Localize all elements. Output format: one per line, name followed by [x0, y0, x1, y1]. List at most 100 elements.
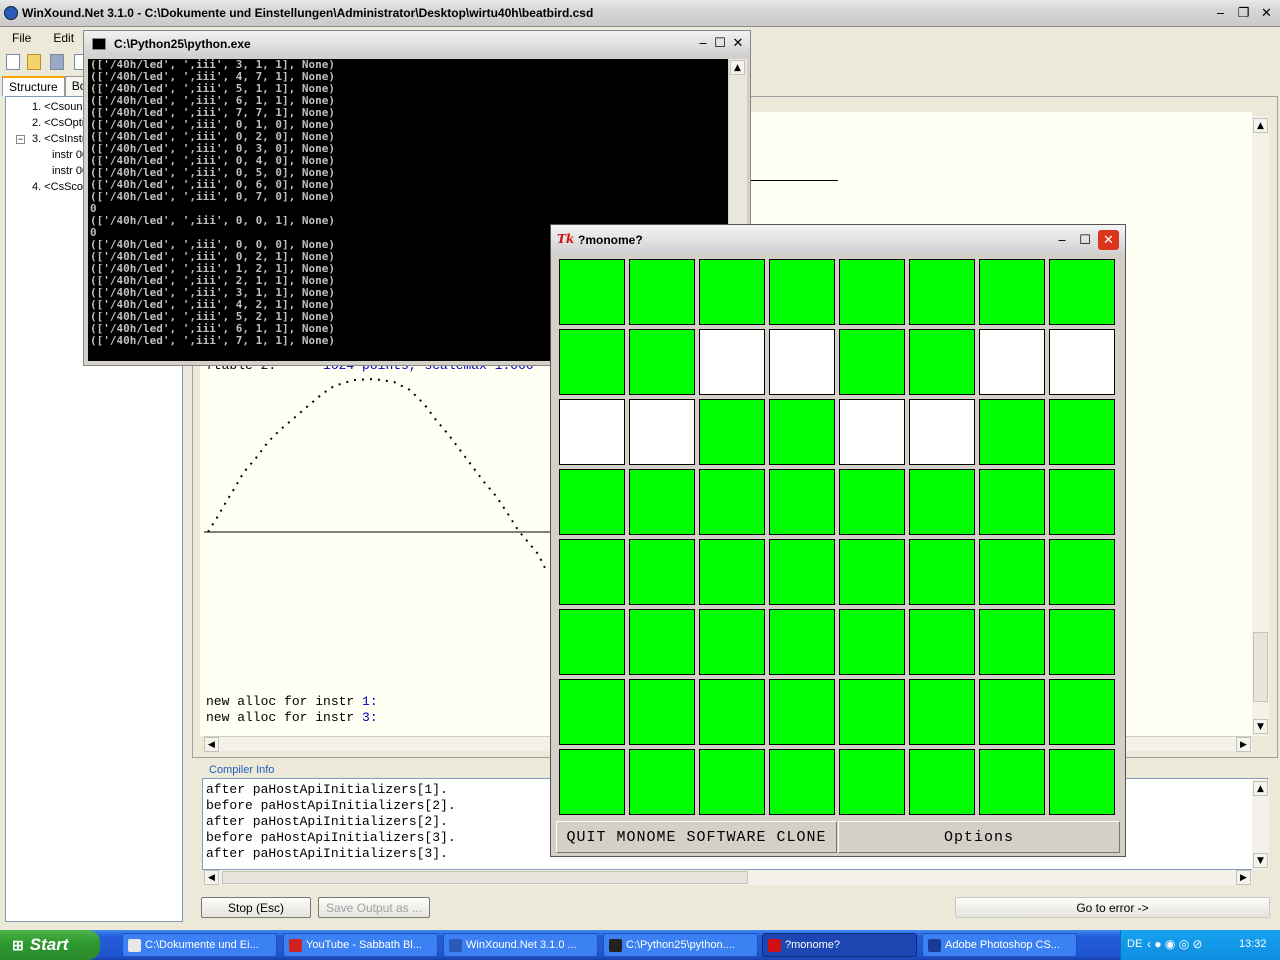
- scroll-left-icon[interactable]: ◀: [204, 870, 219, 885]
- monome-maximize-icon[interactable]: ☐: [1075, 230, 1095, 250]
- grid-button[interactable]: [699, 609, 765, 675]
- grid-button[interactable]: [769, 259, 835, 325]
- grid-button[interactable]: [979, 469, 1045, 535]
- grid-button[interactable]: [979, 539, 1045, 605]
- grid-button[interactable]: [909, 609, 975, 675]
- grid-button[interactable]: [629, 259, 695, 325]
- grid-button[interactable]: [559, 259, 625, 325]
- grid-button[interactable]: [979, 259, 1045, 325]
- grid-button[interactable]: [559, 749, 625, 815]
- grid-button[interactable]: [629, 679, 695, 745]
- tree-item-csound[interactable]: 1. <Csound: [32, 101, 89, 113]
- grid-button[interactable]: [769, 539, 835, 605]
- grid-button[interactable]: [909, 539, 975, 605]
- scroll-thumb[interactable]: [1253, 632, 1268, 702]
- grid-button[interactable]: [839, 539, 905, 605]
- tree-item-csscore[interactable]: 4. <CsScor: [32, 181, 87, 193]
- grid-button[interactable]: [1049, 259, 1115, 325]
- grid-button[interactable]: [1049, 399, 1115, 465]
- editor-vertical-scrollbar[interactable]: ▲ ▼: [1252, 116, 1269, 736]
- grid-button[interactable]: [839, 679, 905, 745]
- save-icon[interactable]: [50, 54, 64, 70]
- grid-button[interactable]: [909, 259, 975, 325]
- grid-button[interactable]: [1049, 539, 1115, 605]
- grid-button[interactable]: [559, 539, 625, 605]
- grid-button[interactable]: [839, 469, 905, 535]
- grid-button[interactable]: [559, 609, 625, 675]
- grid-button[interactable]: [909, 469, 975, 535]
- taskbar-item[interactable]: ?monome?: [762, 933, 917, 957]
- save-output-button[interactable]: Save Output as ...: [318, 897, 430, 918]
- grid-button[interactable]: [769, 329, 835, 395]
- taskbar-item[interactable]: Adobe Photoshop CS...: [922, 933, 1077, 957]
- grid-button[interactable]: [699, 329, 765, 395]
- grid-button[interactable]: [629, 749, 695, 815]
- language-indicator[interactable]: DE: [1127, 938, 1142, 950]
- scroll-left-icon[interactable]: ◀: [204, 737, 219, 752]
- grid-button[interactable]: [559, 399, 625, 465]
- grid-button[interactable]: [1049, 609, 1115, 675]
- console-minimize-icon[interactable]: ‒: [694, 34, 712, 52]
- tray-icons[interactable]: ‹ ● ◉ ◎ ⊘: [1147, 937, 1203, 951]
- grid-button[interactable]: [839, 329, 905, 395]
- grid-button[interactable]: [629, 609, 695, 675]
- grid-button[interactable]: [769, 609, 835, 675]
- taskbar-item[interactable]: C:\Dokumente und Ei...: [122, 933, 277, 957]
- grid-button[interactable]: [559, 329, 625, 395]
- grid-button[interactable]: [699, 679, 765, 745]
- grid-button[interactable]: [769, 399, 835, 465]
- open-folder-icon[interactable]: [27, 54, 41, 70]
- compiler-horizontal-scrollbar[interactable]: ◀ ▶: [204, 870, 1252, 885]
- monome-minimize-icon[interactable]: ‒: [1052, 230, 1072, 250]
- grid-button[interactable]: [699, 539, 765, 605]
- taskbar-item[interactable]: WinXound.Net 3.1.0 ...: [443, 933, 598, 957]
- grid-button[interactable]: [839, 259, 905, 325]
- grid-button[interactable]: [629, 469, 695, 535]
- grid-button[interactable]: [909, 329, 975, 395]
- grid-button[interactable]: [979, 749, 1045, 815]
- scroll-down-icon[interactable]: ▼: [1253, 853, 1268, 868]
- grid-button[interactable]: [1049, 679, 1115, 745]
- grid-button[interactable]: [769, 469, 835, 535]
- grid-button[interactable]: [1049, 469, 1115, 535]
- menu-edit[interactable]: Edit: [53, 31, 74, 45]
- grid-button[interactable]: [629, 399, 695, 465]
- tab-structure[interactable]: Structure: [2, 76, 65, 96]
- grid-button[interactable]: [1049, 329, 1115, 395]
- grid-button[interactable]: [559, 469, 625, 535]
- grid-button[interactable]: [699, 399, 765, 465]
- grid-button[interactable]: [979, 679, 1045, 745]
- monome-close-icon[interactable]: ✕: [1098, 230, 1119, 250]
- grid-button[interactable]: [839, 609, 905, 675]
- scroll-right-icon[interactable]: ▶: [1236, 870, 1251, 885]
- grid-button[interactable]: [699, 469, 765, 535]
- menu-file[interactable]: File: [12, 31, 31, 45]
- scroll-down-icon[interactable]: ▼: [1253, 719, 1268, 734]
- compiler-vertical-scrollbar[interactable]: ▲ ▼: [1252, 780, 1269, 870]
- scroll-thumb[interactable]: [222, 871, 748, 884]
- stop-button[interactable]: Stop (Esc): [201, 897, 311, 918]
- grid-button[interactable]: [909, 399, 975, 465]
- scroll-up-icon[interactable]: ▲: [1253, 118, 1268, 133]
- grid-button[interactable]: [629, 329, 695, 395]
- grid-button[interactable]: [769, 679, 835, 745]
- console-maximize-icon[interactable]: ☐: [711, 34, 729, 52]
- grid-button[interactable]: [699, 749, 765, 815]
- start-button[interactable]: ⊞ Start: [0, 930, 100, 960]
- grid-button[interactable]: [839, 399, 905, 465]
- tree-item-csoptions[interactable]: 2. <CsOptic: [32, 117, 90, 129]
- grid-button[interactable]: [839, 749, 905, 815]
- grid-button[interactable]: [909, 749, 975, 815]
- collapse-icon[interactable]: −: [16, 135, 25, 144]
- grid-button[interactable]: [979, 609, 1045, 675]
- restore-icon[interactable]: ❐: [1233, 3, 1254, 24]
- grid-button[interactable]: [769, 749, 835, 815]
- grid-button[interactable]: [559, 679, 625, 745]
- grid-button[interactable]: [629, 539, 695, 605]
- grid-button[interactable]: [979, 399, 1045, 465]
- grid-button[interactable]: [1049, 749, 1115, 815]
- grid-button[interactable]: [909, 679, 975, 745]
- close-icon[interactable]: ✕: [1256, 3, 1277, 24]
- taskbar-item[interactable]: C:\Python25\python....: [603, 933, 758, 957]
- taskbar-item[interactable]: YouTube - Sabbath Bl...: [283, 933, 438, 957]
